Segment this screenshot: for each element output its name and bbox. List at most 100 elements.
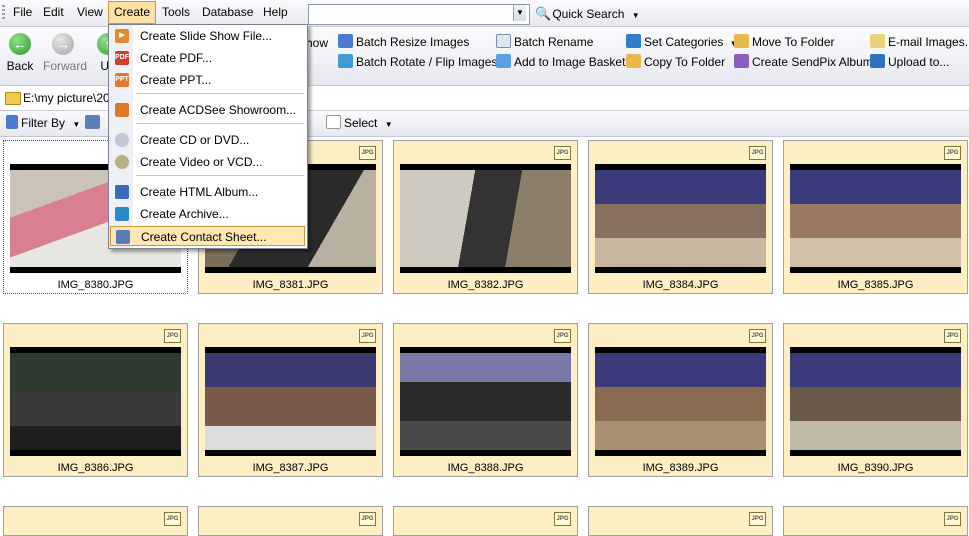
menu-create-cd-dvd[interactable]: Create CD or DVD...: [110, 130, 305, 150]
menubar-grip[interactable]: [2, 5, 5, 21]
forward-arrow-icon: →: [52, 33, 74, 55]
select-button[interactable]: Select ▼: [326, 114, 393, 132]
file-name: IMG_8385.JPG: [837, 279, 914, 291]
thumbnail-image: [595, 347, 766, 456]
ppt-icon: PPT: [115, 73, 129, 87]
menu-create-slideshow[interactable]: ▶ Create Slide Show File...: [110, 26, 305, 46]
add-basket-button[interactable]: Add to Image Basket: [496, 53, 625, 71]
thumbnail-tile[interactable]: JPG: [198, 506, 383, 536]
menu-create-video[interactable]: Create Video or VCD...: [110, 152, 305, 172]
menu-create-html-album[interactable]: Create HTML Album...: [110, 182, 305, 202]
menu-file[interactable]: File: [8, 2, 37, 23]
back-button[interactable]: ← Back: [0, 33, 40, 73]
contact-sheet-icon: [116, 230, 130, 244]
thumbnail-image: [400, 164, 571, 273]
filter-by-button[interactable]: Filter By ▼: [6, 114, 80, 132]
menu-bar: File Edit View Create Tools Database Hel…: [0, 0, 969, 27]
jpg-badge: JPG: [944, 329, 961, 343]
menu-create-showroom[interactable]: Create ACDSee Showroom...: [110, 100, 305, 120]
batch-rename-button[interactable]: Batch Rename: [496, 33, 593, 51]
menu-separator: [136, 123, 304, 124]
view-mode-button[interactable]: [85, 114, 103, 132]
thumbnail-image: [10, 347, 181, 456]
thumbnail-tile[interactable]: JPG IMG_8389.JPG: [588, 323, 773, 477]
jpg-badge: JPG: [164, 329, 181, 343]
rotate-icon: [338, 54, 353, 68]
menu-separator: [136, 175, 304, 176]
sendpix-button[interactable]: Create SendPix Album: [734, 53, 873, 71]
archive-icon: [115, 207, 129, 221]
file-name: IMG_8387.JPG: [252, 462, 329, 474]
thumbnail-tile[interactable]: JPG IMG_8388.JPG: [393, 323, 578, 477]
back-arrow-icon: ←: [9, 33, 31, 55]
copy-folder-icon: [626, 54, 641, 68]
jpg-badge: JPG: [749, 146, 766, 160]
thumbnail-tile[interactable]: JPG: [393, 506, 578, 536]
file-name: IMG_8389.JPG: [642, 462, 719, 474]
file-name: IMG_8382.JPG: [447, 279, 524, 291]
showroom-icon: [115, 103, 129, 117]
jpg-badge: JPG: [359, 146, 376, 160]
file-name: IMG_8380.JPG: [57, 279, 134, 291]
menu-database[interactable]: Database: [197, 2, 258, 23]
thumbnail-image: [595, 164, 766, 273]
basket-icon: [496, 54, 511, 68]
sendpix-icon: [734, 54, 749, 68]
thumbnail-image: [790, 347, 961, 456]
menu-help[interactable]: Help: [258, 2, 293, 23]
upload-icon: [870, 54, 885, 68]
thumbnail-tile[interactable]: JPG IMG_8386.JPG: [3, 323, 188, 477]
quick-search-button[interactable]: 🔍 Quick Search ▼: [535, 4, 640, 24]
thumbnail-tile[interactable]: JPG: [3, 506, 188, 536]
thumbnail-tile[interactable]: JPG: [783, 506, 968, 536]
menu-view[interactable]: View: [72, 2, 108, 23]
thumbnail-tile[interactable]: JPG IMG_8385.JPG: [783, 140, 968, 294]
chevron-down-icon: ▼: [384, 120, 393, 129]
folder-icon: [5, 92, 21, 105]
thumbnail-image: [205, 347, 376, 456]
menu-create[interactable]: Create: [108, 1, 157, 24]
jpg-badge: JPG: [944, 146, 961, 160]
menu-tools[interactable]: Tools: [157, 2, 195, 23]
rename-icon: [496, 34, 511, 48]
disc-icon: [115, 133, 129, 147]
magnifier-icon: 🔍: [535, 6, 552, 21]
menu-create-archive[interactable]: Create Archive...: [110, 204, 305, 224]
jpg-badge: JPG: [554, 329, 571, 343]
search-dropdown-button[interactable]: ▼: [513, 5, 526, 21]
thumbnail-tile[interactable]: JPG IMG_8390.JPG: [783, 323, 968, 477]
thumbnail-tile[interactable]: JPG IMG_8384.JPG: [588, 140, 773, 294]
menu-edit[interactable]: Edit: [38, 2, 69, 23]
set-categories-button[interactable]: Set Categories ▼: [626, 33, 738, 51]
menu-create-contact-sheet[interactable]: Create Contact Sheet...: [110, 226, 305, 246]
email-icon: [870, 34, 885, 48]
categories-icon: [626, 34, 641, 48]
search-input[interactable]: [308, 4, 530, 25]
path-text: E:\my picture\200: [23, 91, 117, 105]
jpg-badge: JPG: [359, 329, 376, 343]
upload-button[interactable]: Upload to...: [870, 53, 949, 71]
grid-view-icon: [85, 115, 100, 129]
copy-folder-button[interactable]: Copy To Folder: [626, 53, 725, 71]
menu-create-ppt[interactable]: PPT Create PPT...: [110, 70, 305, 90]
menu-create-pdf[interactable]: PDF Create PDF...: [110, 48, 305, 68]
thumbnail-tile[interactable]: JPG: [588, 506, 773, 536]
batch-rotate-button[interactable]: Batch Rotate / Flip Images: [338, 53, 497, 71]
video-icon: [115, 155, 129, 169]
select-icon: [326, 115, 341, 129]
create-menu: ▶ Create Slide Show File... PDF Create P…: [108, 24, 308, 249]
file-name: IMG_8390.JPG: [837, 462, 914, 474]
thumbnail-image: [790, 164, 961, 273]
html-album-icon: [115, 185, 129, 199]
filter-icon: [6, 115, 18, 129]
forward-button[interactable]: → Forward: [43, 33, 87, 73]
slideshow-icon: ▶: [115, 29, 129, 43]
thumbnail-tile[interactable]: JPG IMG_8382.JPG: [393, 140, 578, 294]
file-name: IMG_8381.JPG: [252, 279, 329, 291]
thumbnail-tile[interactable]: JPG IMG_8387.JPG: [198, 323, 383, 477]
chevron-down-icon: ▼: [72, 120, 81, 129]
slideshow-button[interactable]: how: [306, 34, 328, 52]
email-images-button[interactable]: E-mail Images...: [870, 33, 969, 51]
batch-resize-button[interactable]: Batch Resize Images: [338, 33, 469, 51]
move-folder-button[interactable]: Move To Folder: [734, 33, 834, 51]
